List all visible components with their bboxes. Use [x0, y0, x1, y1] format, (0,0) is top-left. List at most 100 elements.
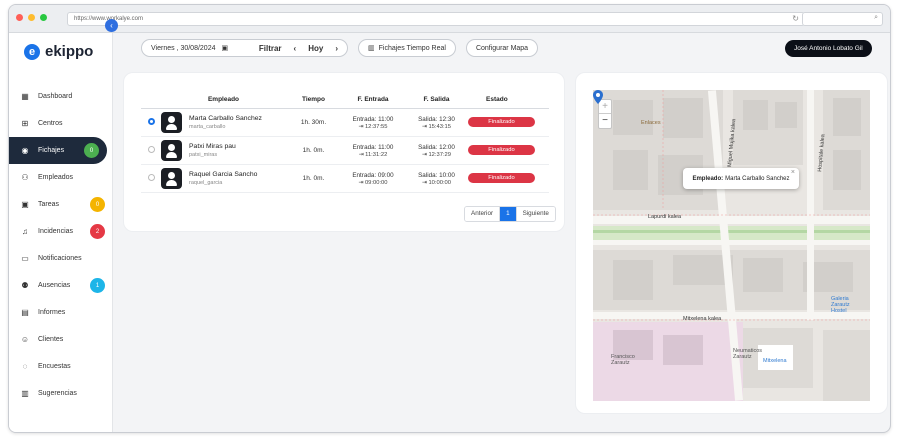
sidebar-item-label: Tareas	[38, 201, 60, 208]
employee-name: Marta Carballo Sanchez	[189, 114, 262, 122]
entry-actual: 12:37:55	[364, 123, 388, 130]
person-icon: ☺	[20, 335, 30, 344]
exit-scheduled: Salida: 12:00	[418, 143, 455, 151]
avatar	[161, 139, 182, 161]
status-badge: Finalizado	[468, 117, 535, 127]
sidebar-item-label: Dashboard	[38, 93, 73, 100]
sidebar-item-ausencias[interactable]: ⚉ Ausencias 1	[9, 272, 113, 299]
maximize-window-button[interactable]	[40, 14, 47, 21]
entry-actual: 11:31:22	[365, 151, 388, 158]
chat-icon: ▭	[21, 254, 29, 263]
map-card: + − Lapurdi kalea Mitxelena kalea Miguel…	[575, 72, 888, 414]
close-window-button[interactable]	[16, 14, 23, 21]
select-cell	[141, 164, 161, 193]
count-badge: 2	[90, 224, 105, 239]
map-view[interactable]: + − Lapurdi kalea Mitxelena kalea Miguel…	[593, 90, 870, 401]
reload-icon[interactable]: ↻	[792, 13, 799, 25]
sidebar-item-centros[interactable]: ⊞ Centros	[9, 110, 113, 137]
search-icon: ⌕	[874, 14, 878, 21]
current-page-button[interactable]: 1	[499, 207, 517, 221]
status-badge: Finalizado	[468, 173, 535, 183]
employee-username: patxi_miras	[189, 151, 218, 158]
street-label: Lapurdi kalea	[648, 214, 682, 220]
entry-scheduled: Entrada: 11:00	[352, 115, 394, 123]
location-marker-icon[interactable]	[593, 90, 603, 104]
row-select-radio[interactable]	[147, 117, 155, 125]
employee-cell: Marta Carballo Sanchez marta_carballo	[161, 108, 286, 137]
sidebar-item-tareas[interactable]: ▣ Tareas 0	[9, 191, 113, 218]
select-cell	[141, 108, 161, 137]
sidebar-item-label: Centros	[38, 120, 63, 127]
street-label: Mitxelena kalea	[683, 316, 722, 322]
sidebar-item-notificaciones[interactable]: ▭ Notificaciones	[9, 245, 113, 272]
building-icon: ⊞	[21, 119, 29, 128]
sidebar-item-fichajes[interactable]: ◉ Fichajes 0	[9, 137, 107, 164]
sidebar-item-label: Notificaciones	[38, 255, 82, 262]
configure-map-button[interactable]: Configurar Mapa	[465, 39, 539, 57]
user-menu-button[interactable]: José Antonio Lobato Gil	[785, 40, 872, 57]
map-icon: ▥	[368, 45, 375, 52]
time-cell: 1h. 0m.	[286, 164, 341, 193]
sidebar-item-label: Empleados	[38, 174, 74, 181]
time-cell: 1h. 0m.	[286, 136, 341, 165]
next-page-button[interactable]: Siguiente	[516, 207, 555, 221]
employee-name: Raquel Garcia Sancho	[189, 170, 258, 178]
zoom-out-button[interactable]: −	[599, 114, 611, 128]
status-badge: Finalizado	[468, 145, 535, 155]
sidebar-item-incidencias[interactable]: ♫ Incidencias 2	[9, 218, 113, 245]
bell-icon: ♫	[22, 227, 28, 236]
avatar	[161, 167, 182, 189]
popup-label: Empleado:	[692, 175, 724, 182]
realtime-button[interactable]: ▥ Fichajes Tiempo Real	[358, 39, 456, 57]
exit-cell: Salida: 12:30 ⇥ 15:43:15	[405, 108, 468, 137]
realtime-label: Fichajes Tiempo Real	[378, 44, 446, 52]
collapse-sidebar-button[interactable]: ‹	[105, 19, 118, 32]
address-bar[interactable]: https://www.workalye.com↻	[67, 12, 805, 26]
sidebar-item-label: Ausencias	[38, 282, 71, 289]
column-header: Empleado	[161, 91, 286, 109]
column-header: Estado	[468, 91, 549, 109]
previous-day-chevron-icon[interactable]: ‹	[294, 44, 297, 53]
count-badge: 0	[84, 143, 99, 158]
file-icon: ▤	[21, 308, 29, 317]
avatar	[161, 111, 182, 133]
today-button[interactable]: Hoy	[308, 44, 323, 53]
archive-icon: ▥	[21, 389, 29, 398]
row-select-radio[interactable]	[147, 145, 155, 153]
employee-username: marta_carballo	[189, 123, 226, 130]
sidebar-item-clientes[interactable]: ☺ Clientes	[9, 326, 113, 353]
exit-actual: 12:37:29	[428, 151, 452, 158]
minimize-window-button[interactable]	[28, 14, 35, 21]
sidebar-item-dashboard[interactable]: ▦ Dashboard	[9, 83, 113, 110]
sidebar-item-sugerencias[interactable]: ▥ Sugerencias	[9, 380, 113, 407]
browser-search-box[interactable]: ⌕	[802, 12, 883, 26]
sidebar-item-encuestas[interactable]: ◌ Encuestas	[9, 353, 113, 380]
table-row[interactable]: Raquel Garcia Sancho raquel_garcia 1h. 0m.…	[141, 164, 549, 193]
brand-logo[interactable]: e ekippo	[24, 43, 93, 60]
calendar-icon[interactable]: ▣	[221, 44, 228, 52]
exit-scheduled: Salida: 12:30	[418, 115, 455, 123]
employee-username: raquel_garcia	[189, 179, 223, 186]
column-header: F. Salida	[405, 91, 468, 109]
calendar-check-icon: ▣	[21, 200, 29, 209]
exit-actual: 15:43:15	[428, 123, 452, 130]
select-cell	[141, 136, 161, 165]
previous-page-button[interactable]: Anterior	[465, 207, 500, 221]
row-select-radio[interactable]	[147, 173, 155, 181]
sidebar-item-empleados[interactable]: ⚇ Empleados	[9, 164, 113, 191]
sidebar-item-label: Incidencias	[38, 228, 74, 235]
table-row[interactable]: Marta Carballo Sanchez marta_carballo 1h. …	[141, 108, 549, 137]
entry-cell: Entrada: 11:00 ⇥ 11:31:22	[341, 136, 405, 165]
sidebar-nav: ▦ Dashboard ⊞ Centros ◉ Fichajes 0 ⚇ Empleados ▣ T…	[9, 83, 113, 407]
clockings-table: Empleado Tiempo F. Entrada F. Salida Est…	[141, 91, 549, 193]
date-text[interactable]: Viernes , 30/08/2024	[151, 45, 215, 52]
person-x-icon: ⚉	[21, 281, 29, 290]
dashboard-icon: ▦	[21, 92, 29, 101]
close-popup-icon[interactable]: ×	[791, 169, 795, 176]
sidebar-item-label: Encuestas	[38, 363, 71, 370]
sidebar-item-informes[interactable]: ▤ Informes	[9, 299, 113, 326]
table-row[interactable]: Patxi Miras pau patxi_miras 1h. 0m. Entrada…	[141, 136, 549, 165]
next-day-chevron-icon[interactable]: ›	[335, 44, 338, 53]
exit-scheduled: Salida: 10:00	[418, 171, 455, 179]
filter-button[interactable]: Filtrar	[259, 44, 282, 53]
